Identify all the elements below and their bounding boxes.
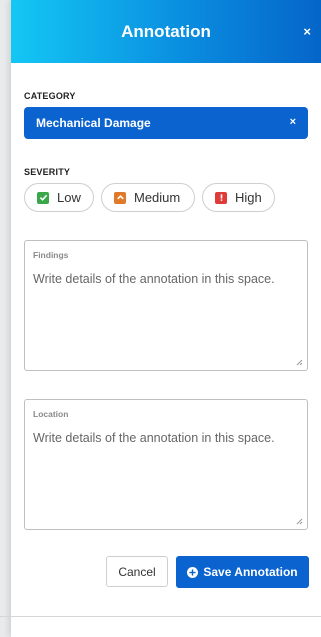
save-annotation-button[interactable]: Save Annotation — [176, 556, 309, 588]
annotation-panel: Annotation × CATEGORY Mechanical Damage … — [11, 0, 321, 637]
bottom-divider — [0, 616, 321, 617]
location-placeholder: Write details of the annotation in this … — [33, 431, 275, 445]
close-icon[interactable]: × — [303, 24, 311, 39]
severity-low-button[interactable]: Low — [24, 183, 94, 212]
check-icon — [37, 191, 49, 204]
cancel-button[interactable]: Cancel — [106, 556, 168, 587]
severity-options: Low Medium High — [24, 183, 275, 212]
exclamation-icon — [215, 191, 227, 204]
findings-placeholder: Write details of the annotation in this … — [33, 272, 275, 286]
chevron-up-icon — [114, 191, 126, 204]
severity-high-button[interactable]: High — [202, 183, 275, 212]
resize-handle-icon[interactable] — [295, 517, 303, 525]
save-annotation-label: Save Annotation — [203, 565, 298, 579]
plus-circle-icon — [187, 566, 199, 578]
category-select[interactable]: Mechanical Damage × — [24, 107, 308, 139]
location-label: Location — [33, 409, 69, 419]
category-label: CATEGORY — [24, 91, 76, 101]
location-textarea[interactable]: Location Write details of the annotation… — [24, 399, 308, 530]
severity-medium-button[interactable]: Medium — [101, 183, 195, 212]
resize-handle-icon[interactable] — [295, 358, 303, 366]
findings-label: Findings — [33, 250, 69, 260]
panel-header: Annotation × — [11, 0, 321, 63]
severity-high-label: High — [235, 190, 262, 205]
category-value: Mechanical Damage — [36, 116, 151, 130]
clear-category-icon[interactable]: × — [290, 116, 296, 128]
severity-medium-label: Medium — [134, 190, 181, 205]
panel-title: Annotation — [121, 21, 211, 41]
severity-label: SEVERITY — [24, 167, 71, 177]
findings-textarea[interactable]: Findings Write details of the annotation… — [24, 240, 308, 371]
severity-low-label: Low — [57, 190, 81, 205]
